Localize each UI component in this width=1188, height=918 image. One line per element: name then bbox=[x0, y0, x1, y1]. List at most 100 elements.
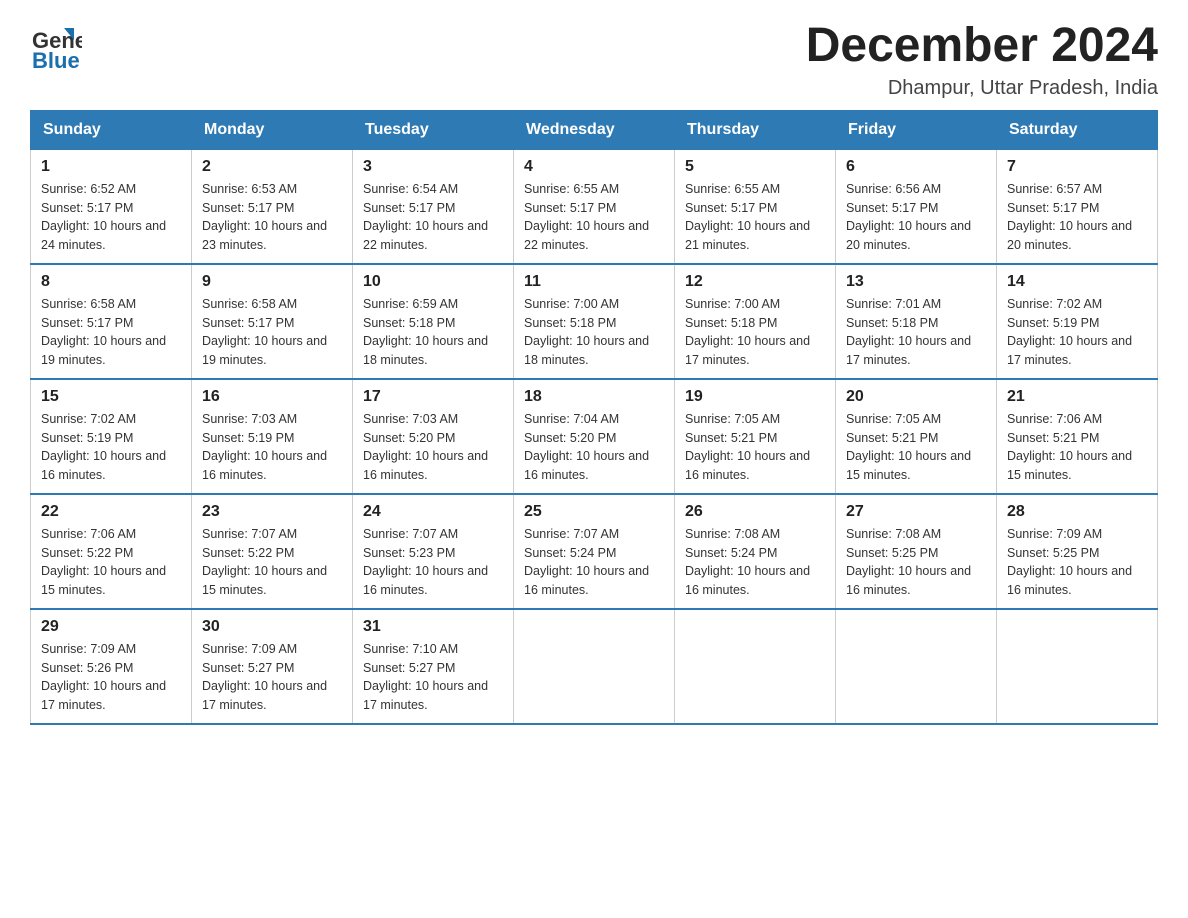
page-header: General Blue December 2024 Dhampur, Utta… bbox=[30, 20, 1158, 100]
day-cell: 4 Sunrise: 6:55 AM Sunset: 5:17 PM Dayli… bbox=[514, 149, 675, 264]
day-cell: 13 Sunrise: 7:01 AM Sunset: 5:18 PM Dayl… bbox=[836, 264, 997, 379]
day-number: 29 bbox=[41, 618, 181, 636]
day-cell: 30 Sunrise: 7:09 AM Sunset: 5:27 PM Dayl… bbox=[192, 609, 353, 724]
day-info: Sunrise: 6:54 AM Sunset: 5:17 PM Dayligh… bbox=[363, 180, 503, 255]
day-info: Sunrise: 7:07 AM Sunset: 5:24 PM Dayligh… bbox=[524, 525, 664, 600]
day-number: 6 bbox=[846, 158, 986, 176]
day-info: Sunrise: 7:00 AM Sunset: 5:18 PM Dayligh… bbox=[524, 295, 664, 370]
day-number: 28 bbox=[1007, 503, 1147, 521]
day-number: 1 bbox=[41, 158, 181, 176]
day-info: Sunrise: 6:58 AM Sunset: 5:17 PM Dayligh… bbox=[202, 295, 342, 370]
day-number: 22 bbox=[41, 503, 181, 521]
day-number: 31 bbox=[363, 618, 503, 636]
day-cell: 19 Sunrise: 7:05 AM Sunset: 5:21 PM Dayl… bbox=[675, 379, 836, 494]
day-cell: 15 Sunrise: 7:02 AM Sunset: 5:19 PM Dayl… bbox=[31, 379, 192, 494]
day-number: 17 bbox=[363, 388, 503, 406]
day-info: Sunrise: 7:10 AM Sunset: 5:27 PM Dayligh… bbox=[363, 640, 503, 715]
header-tuesday: Tuesday bbox=[353, 110, 514, 149]
day-number: 12 bbox=[685, 273, 825, 291]
day-cell: 29 Sunrise: 7:09 AM Sunset: 5:26 PM Dayl… bbox=[31, 609, 192, 724]
calendar-title: December 2024 bbox=[806, 20, 1158, 73]
day-info: Sunrise: 7:07 AM Sunset: 5:23 PM Dayligh… bbox=[363, 525, 503, 600]
week-row-1: 1 Sunrise: 6:52 AM Sunset: 5:17 PM Dayli… bbox=[31, 149, 1158, 264]
calendar-table: SundayMondayTuesdayWednesdayThursdayFrid… bbox=[30, 110, 1158, 725]
day-info: Sunrise: 7:07 AM Sunset: 5:22 PM Dayligh… bbox=[202, 525, 342, 600]
header-wednesday: Wednesday bbox=[514, 110, 675, 149]
day-number: 8 bbox=[41, 273, 181, 291]
day-cell: 14 Sunrise: 7:02 AM Sunset: 5:19 PM Dayl… bbox=[997, 264, 1158, 379]
day-info: Sunrise: 6:56 AM Sunset: 5:17 PM Dayligh… bbox=[846, 180, 986, 255]
header-thursday: Thursday bbox=[675, 110, 836, 149]
day-cell: 3 Sunrise: 6:54 AM Sunset: 5:17 PM Dayli… bbox=[353, 149, 514, 264]
week-row-2: 8 Sunrise: 6:58 AM Sunset: 5:17 PM Dayli… bbox=[31, 264, 1158, 379]
week-row-3: 15 Sunrise: 7:02 AM Sunset: 5:19 PM Dayl… bbox=[31, 379, 1158, 494]
day-cell: 22 Sunrise: 7:06 AM Sunset: 5:22 PM Dayl… bbox=[31, 494, 192, 609]
day-cell: 6 Sunrise: 6:56 AM Sunset: 5:17 PM Dayli… bbox=[836, 149, 997, 264]
day-info: Sunrise: 6:53 AM Sunset: 5:17 PM Dayligh… bbox=[202, 180, 342, 255]
title-block: December 2024 Dhampur, Uttar Pradesh, In… bbox=[806, 20, 1158, 100]
day-number: 19 bbox=[685, 388, 825, 406]
logo-icon: General Blue bbox=[30, 20, 82, 72]
day-cell: 2 Sunrise: 6:53 AM Sunset: 5:17 PM Dayli… bbox=[192, 149, 353, 264]
day-number: 9 bbox=[202, 273, 342, 291]
day-info: Sunrise: 7:05 AM Sunset: 5:21 PM Dayligh… bbox=[846, 410, 986, 485]
day-info: Sunrise: 7:04 AM Sunset: 5:20 PM Dayligh… bbox=[524, 410, 664, 485]
day-info: Sunrise: 7:06 AM Sunset: 5:22 PM Dayligh… bbox=[41, 525, 181, 600]
day-number: 20 bbox=[846, 388, 986, 406]
day-cell bbox=[514, 609, 675, 724]
day-cell: 27 Sunrise: 7:08 AM Sunset: 5:25 PM Dayl… bbox=[836, 494, 997, 609]
header-friday: Friday bbox=[836, 110, 997, 149]
day-number: 16 bbox=[202, 388, 342, 406]
day-info: Sunrise: 7:09 AM Sunset: 5:27 PM Dayligh… bbox=[202, 640, 342, 715]
week-row-4: 22 Sunrise: 7:06 AM Sunset: 5:22 PM Dayl… bbox=[31, 494, 1158, 609]
day-cell: 21 Sunrise: 7:06 AM Sunset: 5:21 PM Dayl… bbox=[997, 379, 1158, 494]
day-cell: 18 Sunrise: 7:04 AM Sunset: 5:20 PM Dayl… bbox=[514, 379, 675, 494]
calendar-subtitle: Dhampur, Uttar Pradesh, India bbox=[806, 77, 1158, 100]
day-number: 11 bbox=[524, 273, 664, 291]
day-info: Sunrise: 7:09 AM Sunset: 5:26 PM Dayligh… bbox=[41, 640, 181, 715]
day-cell: 23 Sunrise: 7:07 AM Sunset: 5:22 PM Dayl… bbox=[192, 494, 353, 609]
day-cell: 11 Sunrise: 7:00 AM Sunset: 5:18 PM Dayl… bbox=[514, 264, 675, 379]
day-number: 7 bbox=[1007, 158, 1147, 176]
header-sunday: Sunday bbox=[31, 110, 192, 149]
day-number: 10 bbox=[363, 273, 503, 291]
day-info: Sunrise: 7:08 AM Sunset: 5:25 PM Dayligh… bbox=[846, 525, 986, 600]
day-info: Sunrise: 7:09 AM Sunset: 5:25 PM Dayligh… bbox=[1007, 525, 1147, 600]
day-cell: 17 Sunrise: 7:03 AM Sunset: 5:20 PM Dayl… bbox=[353, 379, 514, 494]
day-number: 24 bbox=[363, 503, 503, 521]
day-info: Sunrise: 6:55 AM Sunset: 5:17 PM Dayligh… bbox=[685, 180, 825, 255]
day-cell: 9 Sunrise: 6:58 AM Sunset: 5:17 PM Dayli… bbox=[192, 264, 353, 379]
day-number: 13 bbox=[846, 273, 986, 291]
day-cell: 20 Sunrise: 7:05 AM Sunset: 5:21 PM Dayl… bbox=[836, 379, 997, 494]
day-info: Sunrise: 7:02 AM Sunset: 5:19 PM Dayligh… bbox=[41, 410, 181, 485]
day-number: 3 bbox=[363, 158, 503, 176]
day-cell: 16 Sunrise: 7:03 AM Sunset: 5:19 PM Dayl… bbox=[192, 379, 353, 494]
day-number: 21 bbox=[1007, 388, 1147, 406]
day-number: 23 bbox=[202, 503, 342, 521]
day-cell: 12 Sunrise: 7:00 AM Sunset: 5:18 PM Dayl… bbox=[675, 264, 836, 379]
header-monday: Monday bbox=[192, 110, 353, 149]
day-cell: 10 Sunrise: 6:59 AM Sunset: 5:18 PM Dayl… bbox=[353, 264, 514, 379]
day-info: Sunrise: 7:02 AM Sunset: 5:19 PM Dayligh… bbox=[1007, 295, 1147, 370]
header-saturday: Saturday bbox=[997, 110, 1158, 149]
day-info: Sunrise: 7:03 AM Sunset: 5:20 PM Dayligh… bbox=[363, 410, 503, 485]
day-info: Sunrise: 7:00 AM Sunset: 5:18 PM Dayligh… bbox=[685, 295, 825, 370]
day-cell bbox=[997, 609, 1158, 724]
day-cell: 5 Sunrise: 6:55 AM Sunset: 5:17 PM Dayli… bbox=[675, 149, 836, 264]
day-cell: 31 Sunrise: 7:10 AM Sunset: 5:27 PM Dayl… bbox=[353, 609, 514, 724]
day-info: Sunrise: 7:08 AM Sunset: 5:24 PM Dayligh… bbox=[685, 525, 825, 600]
day-cell: 8 Sunrise: 6:58 AM Sunset: 5:17 PM Dayli… bbox=[31, 264, 192, 379]
day-number: 26 bbox=[685, 503, 825, 521]
svg-text:Blue: Blue bbox=[32, 48, 80, 72]
day-number: 25 bbox=[524, 503, 664, 521]
day-info: Sunrise: 7:05 AM Sunset: 5:21 PM Dayligh… bbox=[685, 410, 825, 485]
day-number: 5 bbox=[685, 158, 825, 176]
day-cell: 26 Sunrise: 7:08 AM Sunset: 5:24 PM Dayl… bbox=[675, 494, 836, 609]
day-number: 14 bbox=[1007, 273, 1147, 291]
day-info: Sunrise: 6:58 AM Sunset: 5:17 PM Dayligh… bbox=[41, 295, 181, 370]
day-number: 30 bbox=[202, 618, 342, 636]
day-info: Sunrise: 7:01 AM Sunset: 5:18 PM Dayligh… bbox=[846, 295, 986, 370]
day-info: Sunrise: 6:55 AM Sunset: 5:17 PM Dayligh… bbox=[524, 180, 664, 255]
day-cell: 7 Sunrise: 6:57 AM Sunset: 5:17 PM Dayli… bbox=[997, 149, 1158, 264]
day-number: 27 bbox=[846, 503, 986, 521]
